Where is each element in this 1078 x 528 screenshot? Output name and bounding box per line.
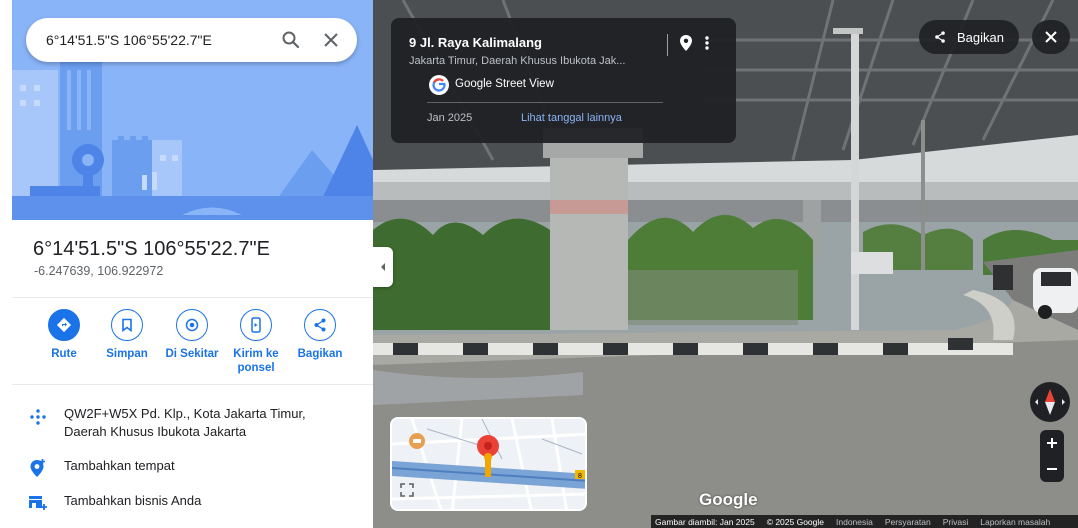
copyright: © 2025 Google: [766, 516, 825, 527]
divider: [12, 297, 373, 298]
chevron-left-icon: [381, 263, 385, 271]
place-coordinates: -6.247639, 106.922972: [34, 264, 164, 278]
close-icon: [1045, 31, 1057, 43]
add-place-text: Tambahkan tempat: [64, 458, 175, 473]
share-button[interactable]: Bagikan: [285, 309, 355, 361]
plus-code-row[interactable]: QW2F+W5X Pd. Klp., Kota Jakarta Timur, D…: [12, 405, 373, 441]
mini-map[interactable]: 8: [390, 417, 587, 511]
save-label: Simpan: [106, 348, 148, 360]
google-logo: Google: [699, 490, 758, 509]
plus-code-text: QW2F+W5X Pd. Klp., Kota Jakarta Timur, D…: [64, 406, 306, 439]
mini-map-graphic: 8: [392, 419, 585, 509]
minus-icon: [1047, 468, 1057, 470]
add-business-text: Tambahkan bisnis Anda: [64, 493, 202, 508]
show-location-button[interactable]: [679, 34, 693, 57]
search-button[interactable]: [271, 20, 311, 60]
directions-button[interactable]: Rute: [29, 309, 99, 361]
divider: [12, 384, 373, 385]
compass-control[interactable]: [1030, 382, 1070, 422]
place-title: 6°14'51.5"S 106°55'22.7"E: [33, 238, 270, 260]
share-icon: [935, 31, 945, 43]
add-business-icon: [12, 492, 64, 512]
zoom-in-button[interactable]: [1040, 430, 1064, 456]
collapse-panel-button[interactable]: [373, 247, 393, 287]
add-place-row[interactable]: Tambahkan tempat: [12, 457, 373, 479]
capture-info: Gambar diambil: Jan 2025: [655, 516, 755, 527]
street-view-info-card: 9 Jl. Raya Kalimalang Jakarta Timur, Dae…: [391, 18, 736, 143]
nearby-button[interactable]: Di Sekitar: [157, 309, 227, 361]
save-button[interactable]: Simpan: [92, 309, 162, 361]
search-icon: [282, 31, 300, 49]
bookmark-icon: [111, 309, 143, 341]
close-icon: [324, 33, 338, 47]
plus-code-icon: [12, 405, 64, 427]
send-to-phone-button[interactable]: Kirim ke ponsel: [221, 309, 291, 375]
attribution-footer: Gambar diambil: Jan 2025 © 2025 Google I…: [651, 515, 1078, 528]
search-input[interactable]: [46, 32, 271, 48]
zoom-control: [1040, 430, 1064, 482]
google-g-icon: [429, 75, 449, 95]
country-link[interactable]: Indonesia: [836, 517, 873, 527]
terms-link[interactable]: Persyaratan: [885, 517, 931, 527]
street-view-share-button[interactable]: Bagikan: [919, 20, 1019, 54]
divider: [427, 102, 663, 103]
share-icon: [304, 309, 336, 341]
close-street-view-button[interactable]: [1032, 20, 1070, 54]
zoom-out-button[interactable]: [1040, 456, 1064, 482]
street-view-region: Jakarta Timur, Daerah Khusus Ibukota Jak…: [409, 55, 626, 67]
search-box[interactable]: [26, 18, 357, 62]
fullscreen-icon: [400, 483, 414, 497]
divider: [667, 34, 668, 56]
directions-label: Rute: [51, 348, 77, 360]
mini-map-badge: 8: [578, 473, 582, 480]
report-problem-link[interactable]: Laporkan masalah: [980, 517, 1050, 527]
more-vert-icon: [705, 36, 709, 50]
plus-icon: [1047, 438, 1057, 448]
privacy-link[interactable]: Privasi: [943, 517, 969, 527]
send-to-phone-label: Kirim ke ponsel: [233, 348, 279, 374]
street-view-panorama[interactable]: 9 Jl. Raya Kalimalang Jakarta Timur, Dae…: [373, 0, 1078, 528]
nearby-icon: [176, 309, 208, 341]
street-view-share-label: Bagikan: [957, 29, 1004, 45]
action-bar: Rute Simpan Di Sekitar Kirim ke ponsel B…: [34, 309, 354, 379]
street-view-provider: Google Street View: [455, 78, 554, 90]
compass-icon: [1035, 389, 1065, 415]
send-to-phone-icon: [240, 309, 272, 341]
add-place-icon: [12, 457, 64, 479]
share-label: Bagikan: [297, 348, 343, 360]
more-options-button[interactable]: [704, 34, 710, 57]
directions-icon: [48, 309, 80, 341]
street-view-address: 9 Jl. Raya Kalimalang: [409, 35, 542, 50]
clear-search-button[interactable]: [311, 20, 351, 60]
side-panel: 6°14'51.5"S 106°55'22.7"E -6.247639, 106…: [0, 0, 373, 528]
nearby-label: Di Sekitar: [165, 348, 219, 360]
map-pin-icon: [680, 35, 692, 51]
see-more-dates-link[interactable]: Lihat tanggal lainnya: [521, 112, 622, 124]
capture-date: Jan 2025: [427, 112, 473, 124]
add-business-row[interactable]: Tambahkan bisnis Anda: [12, 492, 373, 512]
